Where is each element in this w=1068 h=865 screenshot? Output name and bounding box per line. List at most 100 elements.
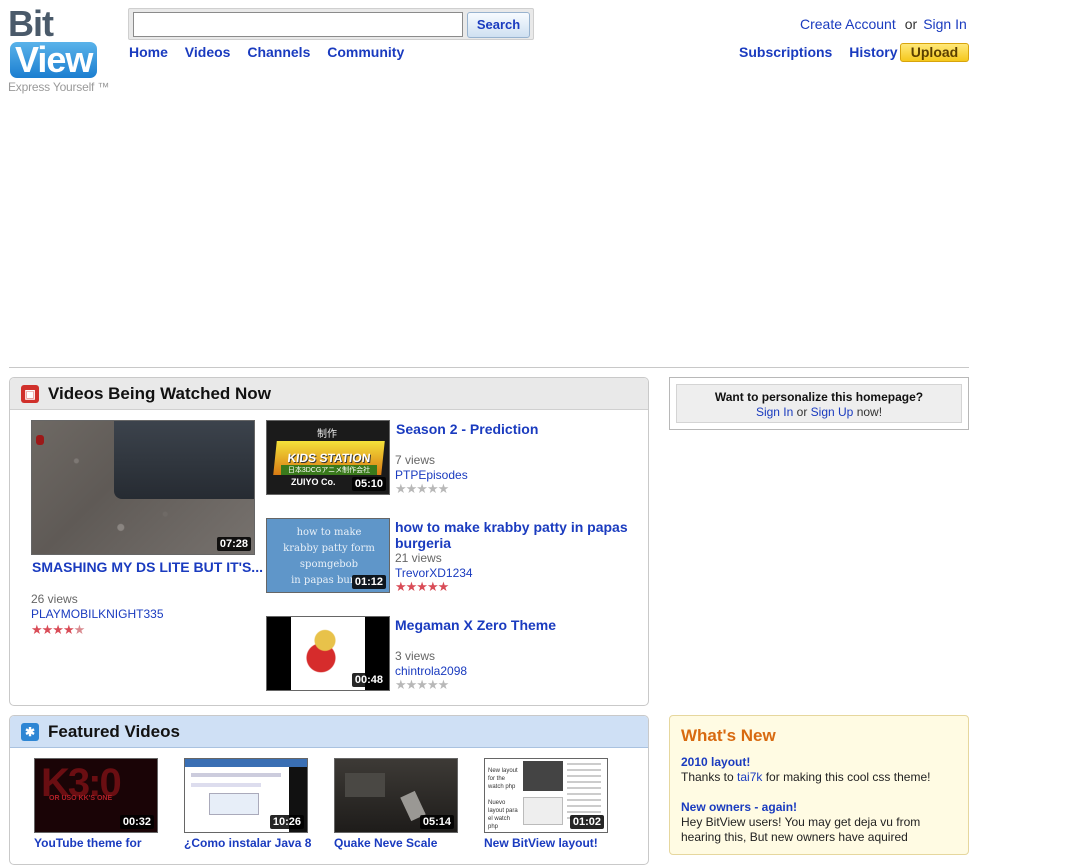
news-body-1-suffix: for making this cool css theme! [762, 770, 931, 784]
thumb-line [191, 783, 261, 787]
video-user-main[interactable]: PLAYMOBILKNIGHT335 [31, 607, 164, 621]
personalize-or: or [796, 405, 808, 419]
duration-badge: 01:12 [351, 575, 386, 589]
featured-title-4[interactable]: New BitView layout! [484, 836, 598, 850]
whats-new-title: What's New [681, 726, 776, 745]
featured-thumbnail-4[interactable]: New layout for the watch php Nuevo layou… [484, 758, 608, 833]
video-user-1[interactable]: PTPEpisodes [395, 468, 468, 482]
thumb-screen-1 [523, 761, 563, 791]
featured-thumbnail-1[interactable]: K3:0 OR USO KK'S ONE 00:32 [34, 758, 158, 833]
news-body-1: Thanks to tai7k for making this cool css… [681, 770, 961, 785]
video-user-3[interactable]: chintrola2098 [395, 664, 467, 678]
thumb-text-line: krabby patty form [283, 543, 375, 554]
logo-tagline: Express Yourself ™ [8, 80, 110, 94]
thumb-window-bar [185, 759, 307, 767]
nav-videos[interactable]: Videos [185, 44, 231, 60]
watched-now-title: Videos Being Watched Now [48, 384, 271, 403]
header-divider [9, 367, 969, 368]
thumb-red-spot [36, 435, 44, 445]
account-links: Create Account or Sign In [800, 16, 967, 32]
featured-title-1[interactable]: YouTube theme for [34, 836, 142, 850]
user-nav: Subscriptions History [739, 44, 910, 60]
news-body-1-prefix: Thanks to [681, 770, 738, 784]
rating-stars-1: ★★★★★ [395, 481, 449, 496]
thumb-kids-subtitle: 日本3DCGアニメ制作会社 [281, 465, 377, 475]
video-title-2-line2: burgeria [395, 535, 452, 551]
nav-community[interactable]: Community [327, 44, 404, 60]
personalize-links: Sign In or Sign Up now! [677, 405, 961, 420]
upload-button[interactable]: Upload [900, 43, 969, 62]
logo-word-bit: Bit [8, 3, 54, 44]
personalize-sign-in[interactable]: Sign In [756, 405, 793, 419]
video-thumbnail-1[interactable]: 制作 KIDS STATION 日本3DCGアニメ制作会社 ZUIYO Co. … [266, 420, 390, 495]
video-thumbnail-2[interactable]: how to make krabby patty form spomgebob … [266, 518, 390, 593]
featured-thumbnail-3[interactable]: 05:14 [334, 758, 458, 833]
star-badge-icon: ✱ [21, 723, 39, 741]
nav-home[interactable]: Home [129, 44, 168, 60]
thumb-text-line: spomgebob [299, 559, 359, 570]
video-user-2[interactable]: TrevorXD1234 [395, 566, 473, 580]
video-views-1: 7 views [395, 453, 436, 467]
video-views-main: 26 views [31, 592, 78, 606]
duration-badge: 01:02 [569, 815, 604, 829]
thumb-list [567, 763, 601, 823]
nav-channels[interactable]: Channels [247, 44, 310, 60]
thumb-label-2: Nuevo layout para el watch php [488, 800, 518, 830]
thumb-caption-bottom: ZUIYO Co. [291, 477, 336, 487]
personalize-box: Want to personalize this homepage? Sign … [669, 377, 969, 430]
create-account-link[interactable]: Create Account [800, 16, 896, 32]
video-title-2[interactable]: how to make krabby patty in papas burger… [395, 519, 635, 551]
thumb-ds-device [114, 421, 254, 499]
thumb-text-line: how to make [296, 527, 362, 538]
thumb-wall [345, 773, 385, 797]
thumb-line [191, 773, 281, 777]
thumb-letterbox-left [267, 617, 291, 690]
thumb-caption-top: 制作 [317, 429, 337, 440]
subscriptions-link[interactable]: Subscriptions [739, 44, 832, 60]
video-views-3: 3 views [395, 649, 436, 663]
duration-badge: 05:10 [351, 477, 386, 491]
main-nav: Home Videos Channels Community [129, 44, 417, 60]
rating-stars-3: ★★★★★ [395, 677, 449, 692]
video-title-main[interactable]: SMASHING MY DS LITE BUT IT'S... [32, 559, 263, 575]
search-bar: Search [128, 8, 534, 40]
video-title-3[interactable]: Megaman X Zero Theme [395, 617, 556, 633]
or-text: or [904, 16, 918, 32]
video-views-2: 21 views [395, 551, 442, 565]
sign-in-link[interactable]: Sign In [923, 16, 967, 32]
featured-title-3[interactable]: Quake Neve Scale [334, 836, 437, 850]
video-title-2-line1: how to make krabby patty in papas [395, 519, 628, 535]
duration-badge: 07:28 [216, 537, 251, 551]
personalize-question: Want to personalize this homepage? [714, 390, 924, 404]
thumb-label-1: New layout for the watch php [488, 768, 518, 790]
video-thumbnail-3[interactable]: 00:48 [266, 616, 390, 691]
featured-title-2[interactable]: ¿Como instalar Java 8 [184, 836, 311, 850]
thumb-dialog [209, 793, 259, 815]
video-thumbnail-main[interactable]: 07:28 [31, 420, 255, 555]
news-body-2: Hey BitView users! You may get deja vu f… [681, 815, 921, 844]
duration-badge: 00:32 [119, 815, 154, 829]
news-body-1-link[interactable]: tai7k [737, 770, 762, 784]
thumb-zero-character [305, 623, 345, 681]
search-button[interactable]: Search [467, 12, 530, 38]
tv-icon: ▣ [21, 385, 39, 403]
news-title-1[interactable]: 2010 layout! [681, 755, 750, 769]
bitview-logo[interactable]: BitView Express Yourself ™ [8, 3, 118, 95]
thumb-screen-2 [523, 797, 563, 825]
news-title-2[interactable]: New owners - again! [681, 800, 797, 814]
history-link[interactable]: History [849, 44, 897, 60]
logo-word-view: View [10, 42, 98, 78]
rating-stars-2: ★★★★★ [395, 579, 449, 594]
duration-badge: 05:14 [419, 815, 454, 829]
personalize-sign-up[interactable]: Sign Up [811, 405, 854, 419]
search-input[interactable] [133, 12, 463, 37]
duration-badge: 00:48 [351, 673, 386, 687]
watched-now-header: ▣ Videos Being Watched Now [10, 378, 648, 410]
featured-thumbnail-2[interactable]: 10:26 [184, 758, 308, 833]
personalize-tail: now! [856, 405, 883, 419]
video-title-1[interactable]: Season 2 - Prediction [396, 421, 538, 437]
personalize-inner: Want to personalize this homepage? Sign … [676, 384, 962, 423]
duration-badge: 10:26 [269, 815, 304, 829]
featured-title: Featured Videos [48, 722, 180, 741]
whats-new-box: What's New 2010 layout! Thanks to tai7k … [669, 715, 969, 855]
